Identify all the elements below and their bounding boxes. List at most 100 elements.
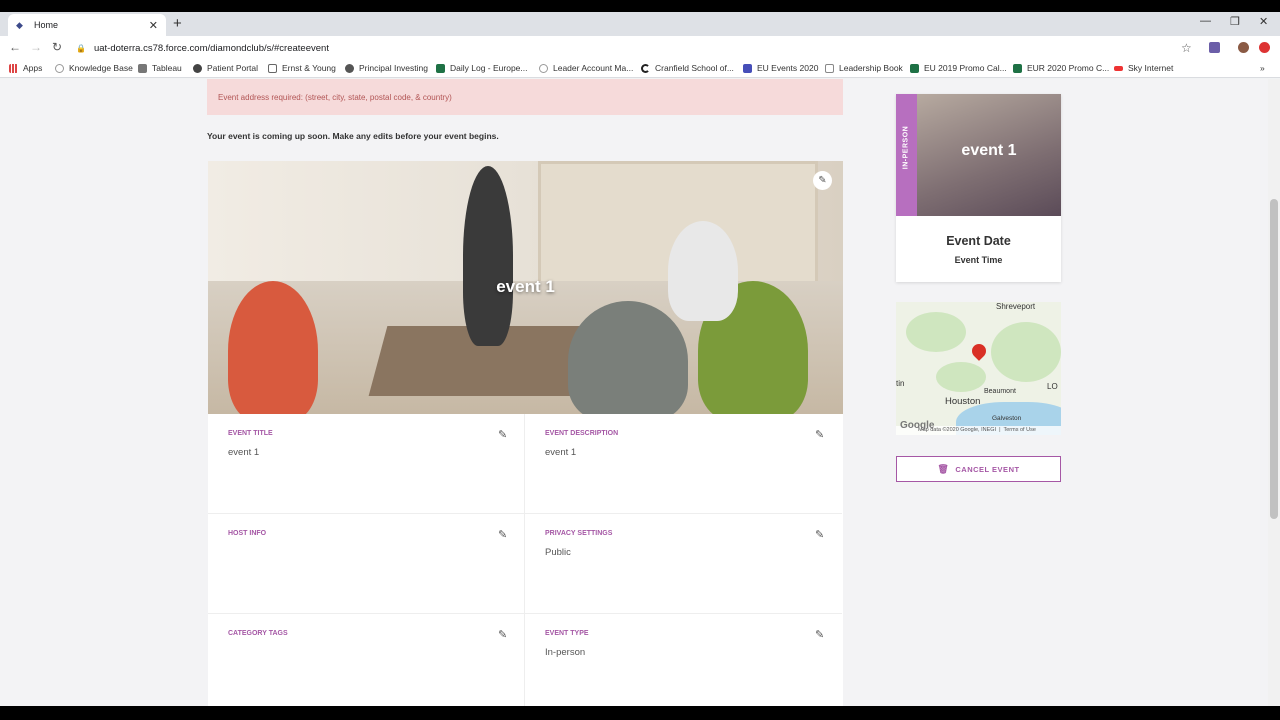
google-logo: Google — [900, 420, 935, 431]
edit-icon[interactable]: ✎ — [815, 528, 824, 541]
bookmark-star-icon[interactable]: ☆ — [1181, 41, 1192, 55]
teams-icon — [743, 63, 752, 73]
globe-icon — [345, 63, 354, 73]
map-terms-link[interactable]: Terms of Use — [1004, 427, 1036, 433]
bookmark-eur-2020-promo[interactable]: EUR 2020 Promo C... — [1013, 63, 1109, 73]
map-green-area — [936, 362, 986, 392]
bookmark-ernst-young[interactable]: Ernst & Young — [268, 63, 336, 73]
restore-icon[interactable]: ❐ — [1230, 15, 1240, 28]
bookmark-eu-events[interactable]: EU Events 2020 — [743, 63, 818, 73]
edit-image-icon[interactable]: ✎ — [813, 171, 832, 190]
menu-icon[interactable] — [1259, 42, 1270, 53]
event-date: Event Date — [946, 234, 1011, 248]
event-time: Event Time — [954, 255, 1003, 265]
sky-icon — [1114, 65, 1123, 71]
event-type-badge: IN-PERSON — [896, 94, 917, 216]
photo-person-left — [228, 281, 318, 414]
bookmark-icon — [55, 63, 64, 73]
tableau-icon — [138, 63, 147, 73]
forward-icon[interactable]: → — [30, 40, 42, 54]
photo-person-front — [568, 301, 688, 414]
field-event-title: Event Title event 1 ✎ — [208, 414, 525, 514]
field-value: Public — [545, 547, 571, 558]
url-text: uat-doterra.cs78.force.com/diamondclub/s… — [93, 42, 329, 54]
field-value: event 1 — [228, 447, 260, 458]
event-card-image: event 1 — [917, 94, 1061, 216]
bookmarks-bar: Apps Knowledge Base Tableau Patient Port… — [0, 60, 1280, 78]
globe-icon — [193, 63, 202, 73]
bookmark-patient-portal[interactable]: Patient Portal — [193, 63, 258, 73]
scrollbar-thumb[interactable] — [1270, 199, 1278, 519]
edit-icon[interactable]: ✎ — [498, 628, 507, 641]
card-event-title: event 1 — [961, 142, 1017, 159]
event-hero-image: event 1 — [208, 161, 843, 414]
bookmark-knowledge-base[interactable]: Knowledge Base — [55, 63, 133, 73]
bookmark-cranfield[interactable]: Cranfield School of... — [641, 63, 734, 73]
bookmark-eu-2019-promo[interactable]: EU 2019 Promo Cal... — [910, 63, 1007, 73]
edit-icon[interactable]: ✎ — [498, 428, 507, 441]
bookmark-tableau[interactable]: Tableau — [138, 63, 182, 73]
bookmark-daily-log[interactable]: Daily Log - Europe... — [436, 63, 527, 73]
more-bookmarks-icon[interactable]: » — [1260, 63, 1265, 73]
tab-title: Home — [34, 20, 59, 30]
map-pin-icon[interactable] — [969, 341, 989, 361]
minimize-icon[interactable]: — — [1200, 15, 1211, 27]
field-label: Category Tags — [228, 630, 288, 637]
map-label: Galveston — [992, 415, 1022, 422]
field-label: Event Type — [545, 630, 589, 637]
field-event-type: Event Type In-person ✎ — [525, 614, 842, 706]
field-label: Event Title — [228, 430, 273, 437]
field-label: Host Info — [228, 530, 267, 537]
extension-icon[interactable] — [1209, 42, 1220, 53]
bookmark-principal-investing[interactable]: Principal Investing — [345, 63, 428, 73]
edit-icon[interactable]: ✎ — [815, 428, 824, 441]
cancel-event-button[interactable]: 🗑 CANCEL EVENT — [896, 456, 1061, 482]
edit-icon[interactable]: ✎ — [815, 628, 824, 641]
address-required-alert: Event address required: (street, city, s… — [207, 79, 843, 115]
new-tab-icon[interactable]: + — [173, 15, 182, 32]
cranfield-icon — [641, 63, 650, 73]
back-icon[interactable]: ← — [9, 40, 21, 54]
bookmark-sky-internet[interactable]: Sky Internet — [1114, 63, 1173, 73]
field-label: Privacy Settings — [545, 530, 613, 537]
bookmark-leadership-book[interactable]: Leadership Book — [825, 63, 903, 73]
photo-person-back — [668, 221, 738, 321]
field-host-info: Host Info ✎ — [208, 514, 525, 614]
event-soon-message: Your event is coming up soon. Make any e… — [207, 131, 499, 141]
event-fields-grid: Event Title event 1 ✎ Event Description … — [208, 414, 843, 706]
photo-person-standing — [463, 166, 513, 346]
tab-home[interactable]: ◆ Home ✕ — [8, 14, 166, 36]
bookmark-icon — [825, 63, 834, 73]
map-green-area — [906, 312, 966, 352]
bookmark-icon — [539, 63, 548, 73]
map-label: Shreveport — [996, 302, 1036, 311]
document-icon — [268, 63, 277, 73]
event-summary-card: IN-PERSON event 1 Event Date Event Time — [896, 94, 1061, 282]
apps-grid-icon — [9, 63, 18, 73]
address-bar[interactable]: 🔒 uat-doterra.cs78.force.com/diamondclub… — [76, 38, 1200, 58]
close-tab-icon[interactable]: ✕ — [149, 19, 158, 32]
field-privacy-settings: Privacy Settings Public ✎ — [525, 514, 842, 614]
field-value: In-person — [545, 647, 586, 658]
hero-event-title: event 1 — [496, 277, 555, 296]
page-content: Event address required: (street, city, s… — [0, 79, 1268, 706]
browser-window: ◆ Home ✕ + — ❐ ✕ ← → ↻ 🔒 uat-doterra.cs7… — [0, 12, 1280, 706]
toolbar: ← → ↻ 🔒 uat-doterra.cs78.force.com/diamo… — [0, 36, 1280, 60]
diamond-icon: ◆ — [16, 20, 23, 30]
edit-icon[interactable]: ✎ — [498, 528, 507, 541]
event-location-map[interactable]: Shreveport Houston Beaumont Galveston ti… — [896, 302, 1061, 435]
page-scrollbar[interactable] — [1268, 79, 1280, 706]
field-value: event 1 — [545, 447, 577, 458]
reload-icon[interactable]: ↻ — [52, 40, 62, 54]
bookmark-leader-account[interactable]: Leader Account Ma... — [539, 63, 633, 73]
bookmark-apps[interactable]: Apps — [9, 63, 42, 73]
close-window-icon[interactable]: ✕ — [1259, 15, 1268, 28]
field-event-description: Event Description event 1 ✎ — [525, 414, 842, 514]
map-label: Houston — [945, 396, 981, 407]
profile-avatar-icon[interactable] — [1238, 42, 1249, 53]
field-label: Event Description — [545, 430, 619, 437]
map-label: Beaumont — [984, 388, 1016, 395]
map-label: LO — [1047, 382, 1058, 391]
excel-icon — [436, 63, 445, 73]
excel-icon — [1013, 63, 1022, 73]
